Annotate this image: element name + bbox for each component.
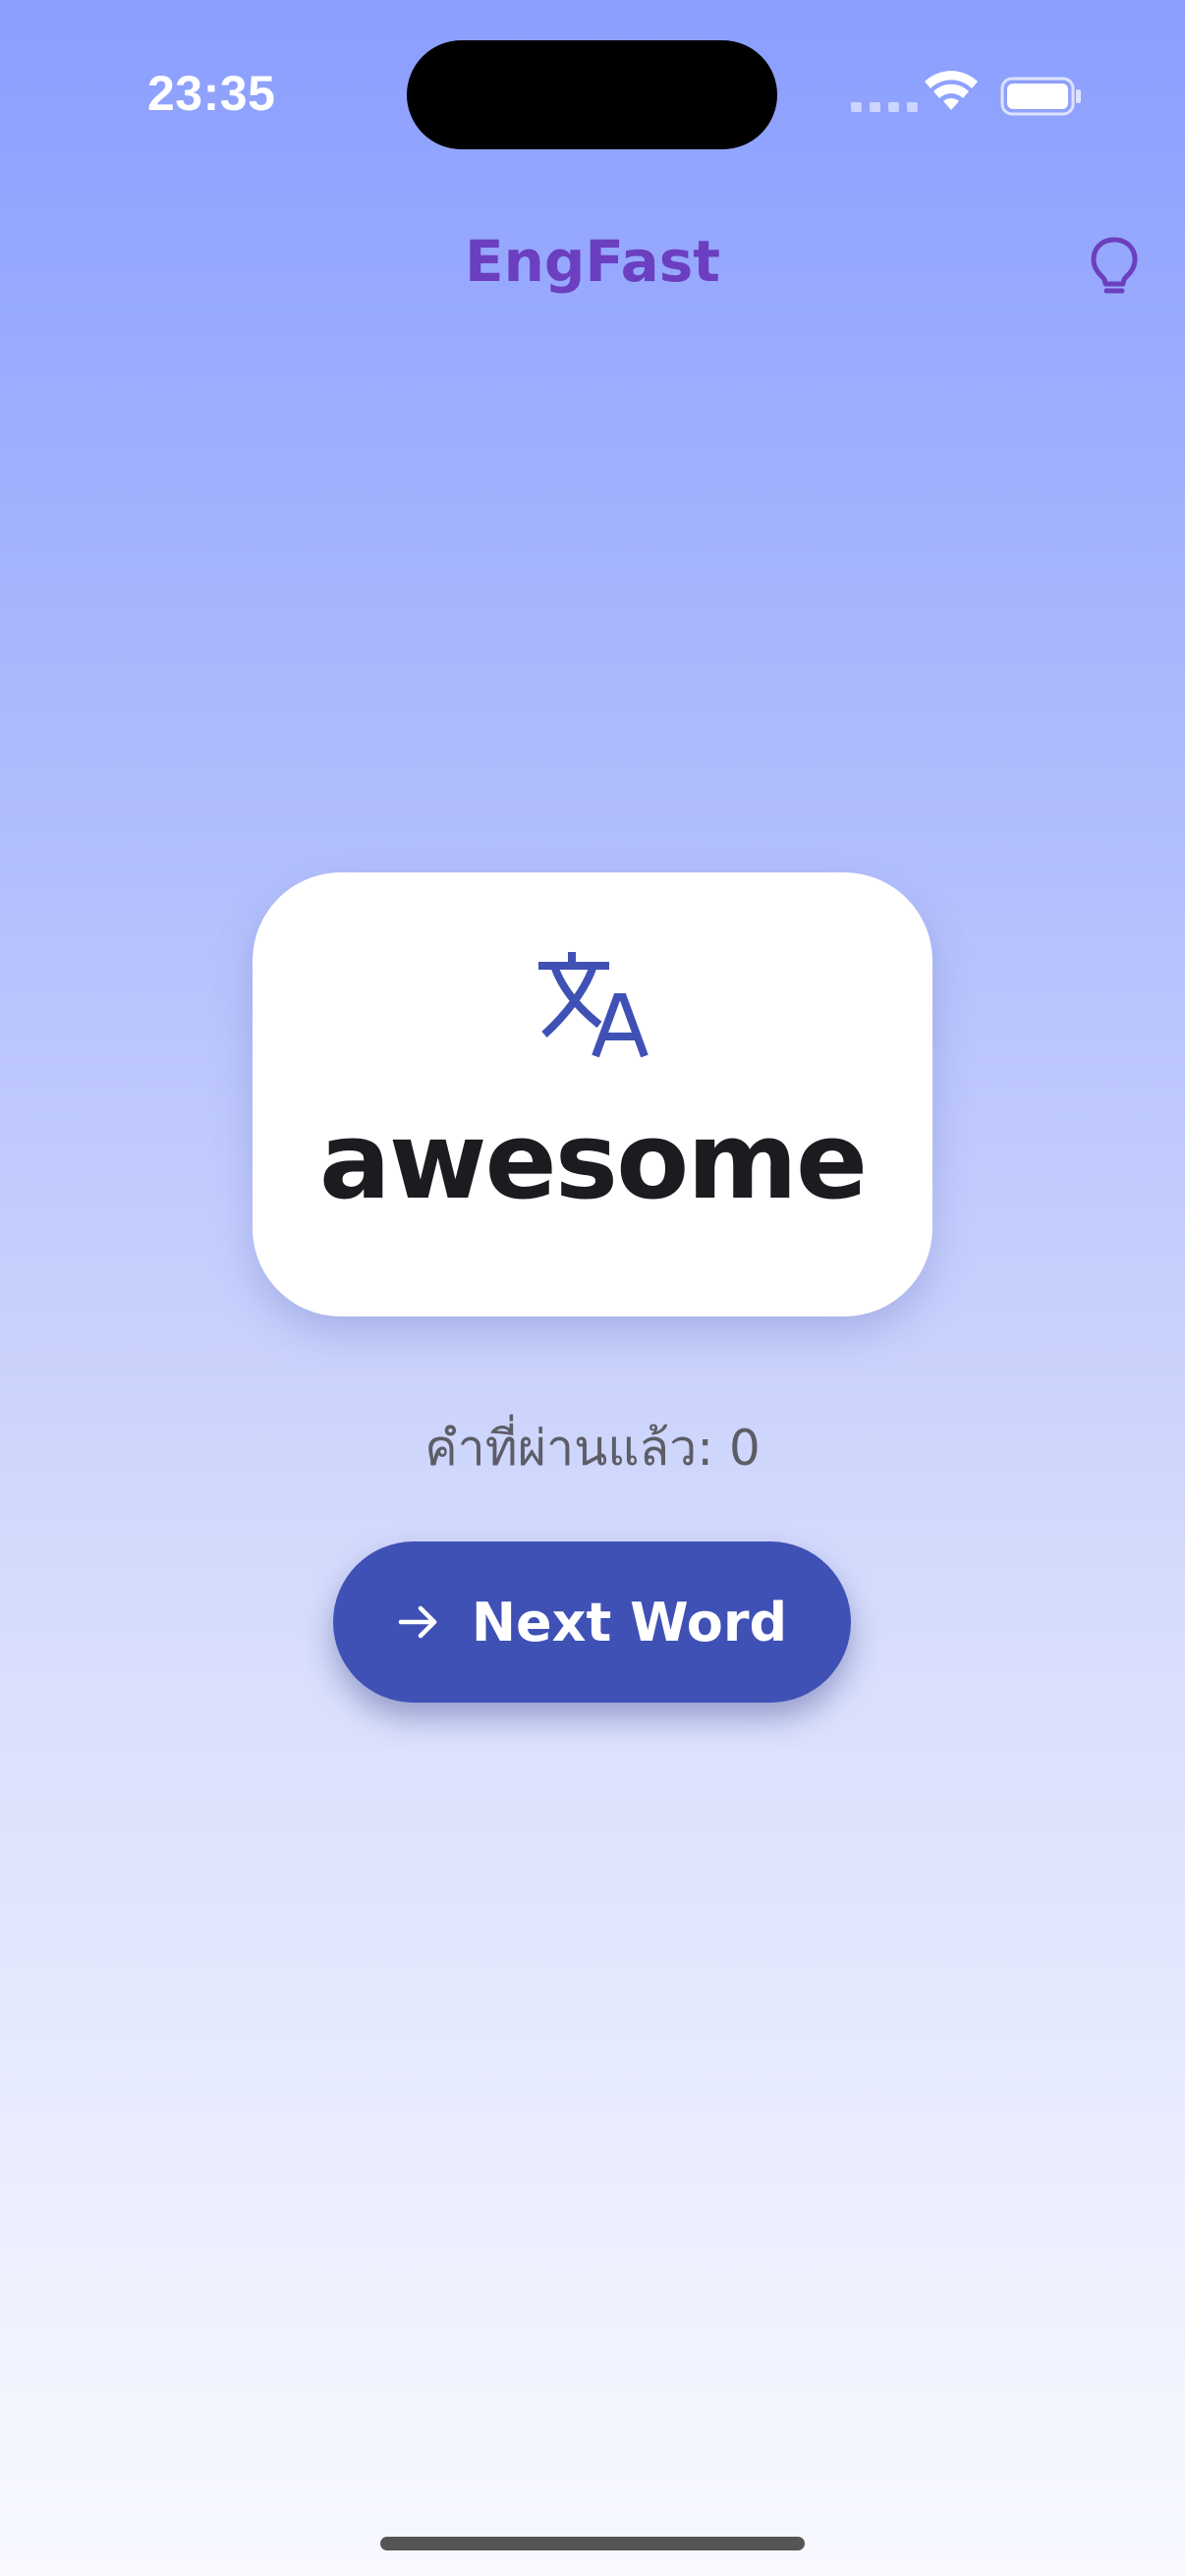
battery-icon — [1000, 77, 1081, 116]
status-time: 23:35 — [147, 66, 276, 121]
signal-icon — [851, 102, 918, 112]
app-title: EngFast — [464, 228, 721, 295]
current-word: awesome — [318, 1100, 868, 1223]
dynamic-island — [407, 40, 777, 149]
next-word-button[interactable]: Next Word — [333, 1541, 851, 1703]
home-indicator[interactable] — [380, 2537, 805, 2550]
word-card[interactable]: awesome — [253, 872, 932, 1316]
status-bar: 23:35 — [0, 0, 1185, 187]
words-passed-count: คำที่ผ่านแล้ว: 0 — [424, 1420, 761, 1477]
next-word-label: Next Word — [471, 1591, 788, 1653]
translate-icon — [538, 952, 649, 1058]
wifi-icon — [925, 71, 978, 110]
lightbulb-icon[interactable] — [1089, 236, 1140, 299]
arrow-right-icon — [398, 1605, 437, 1639]
